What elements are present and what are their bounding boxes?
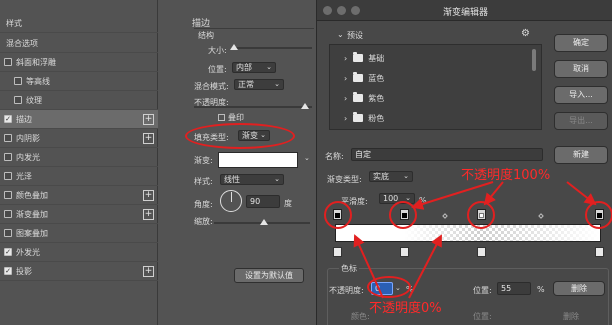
style-item-outer-glow[interactable]: ✓ 外发光: [0, 243, 158, 262]
size-label: 大小:: [208, 46, 227, 55]
style-item-satin[interactable]: 光泽: [0, 167, 158, 186]
scale-label: 缩放:: [194, 217, 213, 226]
annotation-arrows: [353, 181, 597, 299]
style-item-color-overlay[interactable]: 颜色叠加 +: [0, 186, 158, 205]
divider: [194, 28, 314, 29]
gradient-swatch[interactable]: [218, 152, 298, 168]
opacity-slider-handle[interactable]: [301, 103, 309, 109]
style-item-contour[interactable]: 等高线: [0, 72, 158, 91]
arrow-to-stop-4: [566, 181, 597, 206]
layer-style-list: 样式 混合选项 斜面和浮雕 等高线 纹理 ✓ 描边 + 内阴影 + 内发光 光泽…: [0, 0, 158, 325]
style-checkbox[interactable]: [4, 153, 12, 161]
style-item-bevel[interactable]: 斜面和浮雕: [0, 53, 158, 72]
styles-header[interactable]: 样式: [0, 14, 158, 33]
gradient-editor-window: 渐变编辑器 ⌄ 预设 ⚙ › 基础 › 蓝色 › 紫色 › 粉色 确定 取消 导入...…: [316, 0, 612, 325]
style-item-texture[interactable]: 纹理: [0, 91, 158, 110]
style-checkbox[interactable]: [4, 134, 12, 142]
style-checkbox[interactable]: [4, 229, 12, 237]
style-checkbox[interactable]: ✓: [4, 267, 12, 275]
angle-dial[interactable]: [220, 190, 242, 212]
style-checkbox[interactable]: ✓: [4, 248, 12, 256]
position-select[interactable]: 内部 ⌄: [232, 62, 276, 73]
checkbox-box[interactable]: [218, 114, 225, 121]
blend-mode-label: 混合模式:: [194, 82, 229, 91]
add-style-button[interactable]: +: [143, 133, 154, 144]
arrow-to-stop-3: [483, 181, 504, 206]
style-checkbox[interactable]: [14, 96, 22, 104]
chevron-down-icon: ⌄: [266, 63, 272, 71]
style-item-drop-shadow[interactable]: ✓ 投影 +: [0, 262, 158, 281]
angle-input[interactable]: 90: [246, 195, 280, 208]
add-style-button[interactable]: +: [143, 190, 154, 201]
style-item-gradient-overlay[interactable]: 渐变叠加 +: [0, 205, 158, 224]
annotation-ring-fill-type: [185, 123, 295, 149]
arrow-to-bar-left: [353, 234, 384, 299]
angle-unit: 度: [284, 199, 292, 208]
add-style-button[interactable]: +: [143, 266, 154, 277]
angle-label: 角度:: [194, 200, 213, 209]
size-slider[interactable]: [232, 47, 312, 49]
gradient-label: 渐变:: [194, 156, 213, 165]
arrow-to-stop-2: [411, 181, 494, 210]
overprint-checkbox[interactable]: 叠印: [218, 112, 244, 123]
size-slider-handle[interactable]: [230, 44, 238, 50]
opacity-slider[interactable]: [194, 106, 312, 108]
chevron-down-icon: ⌄: [274, 80, 280, 88]
style-checkbox[interactable]: [4, 210, 12, 218]
blend-options-item[interactable]: 混合选项: [0, 34, 158, 53]
style-checkbox[interactable]: [14, 77, 22, 85]
style-select[interactable]: 线性 ⌄: [220, 174, 284, 185]
set-default-button[interactable]: 设置为默认值: [234, 268, 304, 283]
style-checkbox[interactable]: [4, 191, 12, 199]
angle-needle: [231, 192, 232, 202]
arrow-to-bar-right: [408, 234, 442, 299]
style-checkbox[interactable]: [4, 172, 12, 180]
structure-label: 结构: [198, 31, 214, 40]
stroke-settings-panel: 描边 结构 大小: 位置: 内部 ⌄ 混合模式: 正常 ⌄ 不透明度: 叠印 填充类…: [158, 0, 318, 325]
style-checkbox[interactable]: ✓: [4, 115, 12, 123]
style-item-stroke[interactable]: ✓ 描边 +: [0, 110, 158, 129]
scale-slider-handle[interactable]: [260, 219, 268, 225]
style-label: 样式:: [194, 177, 213, 186]
style-checkbox[interactable]: [4, 58, 12, 66]
add-style-button[interactable]: +: [143, 209, 154, 220]
add-style-button[interactable]: +: [143, 114, 154, 125]
chevron-down-icon[interactable]: ⌄: [304, 154, 310, 162]
blend-mode-select[interactable]: 正常 ⌄: [234, 79, 284, 90]
position-label: 位置:: [208, 65, 227, 74]
style-item-pattern-overlay[interactable]: 图案叠加: [0, 224, 158, 243]
style-item-inner-glow[interactable]: 内发光: [0, 148, 158, 167]
style-item-inner-shadow[interactable]: 内阴影 +: [0, 129, 158, 148]
chevron-down-icon: ⌄: [274, 175, 280, 183]
